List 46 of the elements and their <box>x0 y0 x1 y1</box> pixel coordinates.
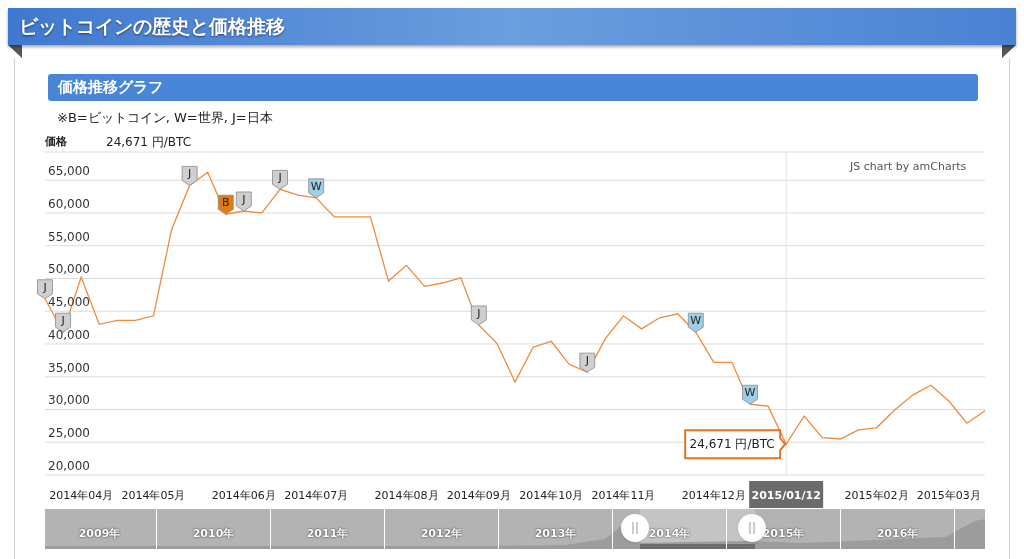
page-title: ビットコインの歴史と価格推移 <box>19 14 285 40</box>
x-axis-label: 2014年12月 <box>681 489 746 502</box>
legend-label: 価格 <box>45 134 67 150</box>
y-axis-label: 25,000 <box>48 426 90 441</box>
x-axis-label: 2015年02月 <box>844 489 909 502</box>
y-axis-label: 50,000 <box>48 262 90 277</box>
year-label: 2013年 <box>534 525 577 542</box>
cursor-date-label: 2015/01/12 <box>749 481 824 508</box>
x-axis-label: 2014年05月 <box>121 489 186 502</box>
year-label: 2011年 <box>306 525 349 542</box>
event-flag[interactable]: J <box>181 166 198 186</box>
event-flag[interactable]: J <box>272 169 288 190</box>
x-axis-label: 2014年07月 <box>284 489 349 502</box>
year-label: 2009年 <box>78 525 121 542</box>
y-axis-label: 65,000 <box>48 164 90 179</box>
grip-icon <box>749 522 755 534</box>
year-label: 2014年 <box>648 525 691 542</box>
event-flag[interactable]: W <box>742 384 758 405</box>
event-flag[interactable]: J <box>235 191 252 212</box>
event-flag[interactable]: W <box>687 312 704 333</box>
y-axis-label: 20,000 <box>48 459 90 473</box>
y-axis-label: 30,000 <box>48 393 90 408</box>
year-label: 2010年 <box>192 525 235 542</box>
x-axis-label: 2015年03月 <box>916 489 981 502</box>
x-axis-label: 2014年09月 <box>446 489 511 502</box>
grip-icon <box>632 522 638 534</box>
legend-value: 24,671 円/BTC <box>106 134 192 151</box>
section-title: 価格推移グラフ <box>58 77 163 99</box>
legend-note: ※B=ビットコイン, W=世界, J=日本 <box>57 109 273 127</box>
event-flag[interactable]: J <box>470 305 487 326</box>
year-label: 2016年 <box>876 525 919 542</box>
x-axis-label: 2014年11月 <box>591 489 656 502</box>
year-label: 2012年 <box>420 525 463 542</box>
chart-credit: JS chart by amCharts <box>850 159 967 175</box>
y-axis-label: 60,000 <box>48 196 90 211</box>
event-flag[interactable]: J <box>579 352 596 373</box>
x-axis-label: 2014年08月 <box>374 489 439 502</box>
x-axis-label: 2014年04月 <box>49 489 114 502</box>
x-axis-label: 2014年06月 <box>211 489 276 502</box>
event-flag[interactable]: W <box>308 178 325 199</box>
y-axis-label: 35,000 <box>48 360 90 375</box>
x-axis-label: 2014年10月 <box>519 489 584 502</box>
value-tooltip: 24,671 円/BTC <box>684 429 787 460</box>
y-axis-label: 55,000 <box>48 229 90 244</box>
event-flag[interactable]: B <box>217 194 234 215</box>
year-label: 2015年 <box>762 525 805 542</box>
